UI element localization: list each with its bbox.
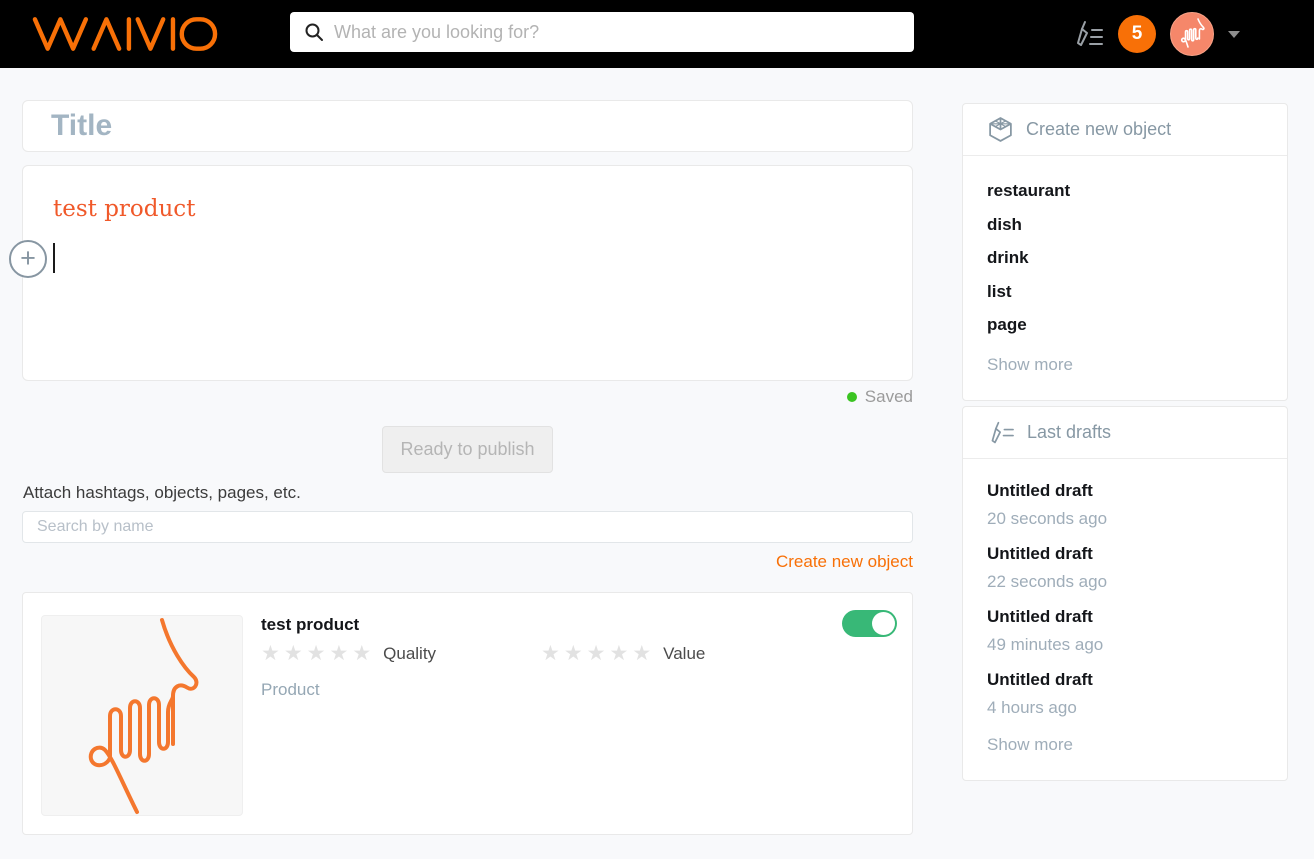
avatar-doodle-icon xyxy=(1180,18,1205,48)
show-more-drafts[interactable]: Show more xyxy=(987,730,1263,760)
draft-list-item[interactable]: Untitled draft 20 seconds ago xyxy=(987,477,1263,533)
cube-icon xyxy=(989,117,1012,142)
star-icon[interactable]: ★ xyxy=(284,642,307,665)
waivio-logo-icon xyxy=(32,17,218,51)
object-type-dish[interactable]: dish xyxy=(987,208,1263,242)
toggle-knob xyxy=(872,612,895,635)
attach-search-box xyxy=(22,511,913,543)
show-more-object-types[interactable]: Show more xyxy=(987,350,1263,380)
draft-list-item[interactable]: Untitled draft 49 minutes ago xyxy=(987,603,1263,659)
star-icon[interactable]: ★ xyxy=(587,642,610,665)
draft-name[interactable]: Untitled draft xyxy=(987,603,1263,631)
rating-value: ★★★★★ Value xyxy=(541,643,821,664)
draft-list-item[interactable]: Untitled draft 22 seconds ago xyxy=(987,540,1263,596)
chevron-down-icon[interactable] xyxy=(1228,30,1240,38)
last-drafts-panel: Last drafts Untitled draft 20 seconds ag… xyxy=(962,406,1288,781)
global-search-input[interactable] xyxy=(334,21,900,43)
create-object-title: Create new object xyxy=(1026,119,1172,139)
object-type-list: restaurant dish drink list page Show mor… xyxy=(963,156,1287,400)
star-icon[interactable]: ★ xyxy=(352,642,375,665)
attached-object-card: test product ★★★★★ Quality ★★★★★ Value P… xyxy=(22,592,913,835)
draft-name[interactable]: Untitled draft xyxy=(987,666,1263,694)
autosave-status: Saved xyxy=(846,387,913,407)
drafts-pencil-icon xyxy=(991,421,1014,443)
drafts-pencil-icon[interactable] xyxy=(1072,20,1104,48)
draft-timestamp: 49 minutes ago xyxy=(987,635,1104,654)
saved-label: Saved xyxy=(864,387,913,406)
rating-quality: ★★★★★ Quality xyxy=(261,643,541,664)
star-icon[interactable]: ★ xyxy=(632,642,655,665)
global-search xyxy=(290,12,914,52)
star-icon[interactable]: ★ xyxy=(564,642,587,665)
rating-label: Quality xyxy=(383,643,437,663)
waivio-editor-page: { "header": { "logo": "WAIVIO", "search_… xyxy=(0,0,1314,859)
draft-timestamp: 20 seconds ago xyxy=(987,509,1108,528)
star-icon[interactable]: ★ xyxy=(307,642,330,665)
attach-objects-label: Attach hashtags, objects, pages, etc. xyxy=(23,483,301,502)
object-type-restaurant[interactable]: restaurant xyxy=(987,174,1263,208)
create-new-object-link[interactable]: Create new object xyxy=(776,552,913,572)
draft-timestamp: 4 hours ago xyxy=(987,698,1077,717)
star-icon[interactable]: ★ xyxy=(261,642,284,665)
attach-search-input[interactable] xyxy=(23,518,912,536)
product-type-link[interactable]: Product xyxy=(261,680,320,700)
waivio-logo[interactable] xyxy=(32,16,218,52)
post-title-input[interactable] xyxy=(23,109,912,143)
draft-name[interactable]: Untitled draft xyxy=(987,477,1263,505)
post-body-editor[interactable]: test product + xyxy=(9,165,913,381)
draft-list-item[interactable]: Untitled draft 4 hours ago xyxy=(987,666,1263,722)
star-icon[interactable]: ★ xyxy=(329,642,352,665)
product-ratings: ★★★★★ Quality ★★★★★ Value xyxy=(261,643,821,664)
object-type-list[interactable]: list xyxy=(987,275,1263,309)
ready-to-publish-button[interactable]: Ready to publish xyxy=(382,426,553,473)
create-object-header: Create new object xyxy=(963,104,1287,156)
object-type-drink[interactable]: drink xyxy=(987,241,1263,275)
last-drafts-header: Last drafts xyxy=(963,407,1287,459)
draft-name[interactable]: Untitled draft xyxy=(987,540,1263,568)
search-icon xyxy=(305,23,323,41)
star-rating-icons[interactable]: ★★★★★ xyxy=(261,643,375,664)
saved-dot-icon xyxy=(846,392,857,402)
top-navigation-bar: 5 xyxy=(0,0,1314,68)
rating-label: Value xyxy=(663,643,706,663)
create-object-panel: Create new object restaurant dish drink … xyxy=(962,103,1288,401)
header-actions: 5 xyxy=(1072,0,1240,68)
add-block-plus-icon[interactable]: + xyxy=(9,240,47,278)
product-title[interactable]: test product xyxy=(261,615,359,635)
post-title-box xyxy=(22,100,913,152)
editor-text-cursor xyxy=(53,243,55,273)
star-icon[interactable]: ★ xyxy=(541,642,564,665)
product-doodle-icon xyxy=(88,618,199,814)
product-image[interactable] xyxy=(41,615,243,816)
user-avatar[interactable] xyxy=(1170,12,1214,56)
attach-toggle-switch[interactable] xyxy=(842,610,897,637)
object-type-page[interactable]: page xyxy=(987,308,1263,342)
notifications-badge[interactable]: 5 xyxy=(1118,15,1156,53)
star-rating-icons[interactable]: ★★★★★ xyxy=(541,643,655,664)
star-icon[interactable]: ★ xyxy=(609,642,632,665)
draft-timestamp: 22 seconds ago xyxy=(987,572,1108,591)
drafts-list: Untitled draft 20 seconds ago Untitled d… xyxy=(963,459,1287,780)
last-drafts-title: Last drafts xyxy=(1027,422,1112,442)
editor-object-link[interactable]: test product xyxy=(53,196,195,222)
